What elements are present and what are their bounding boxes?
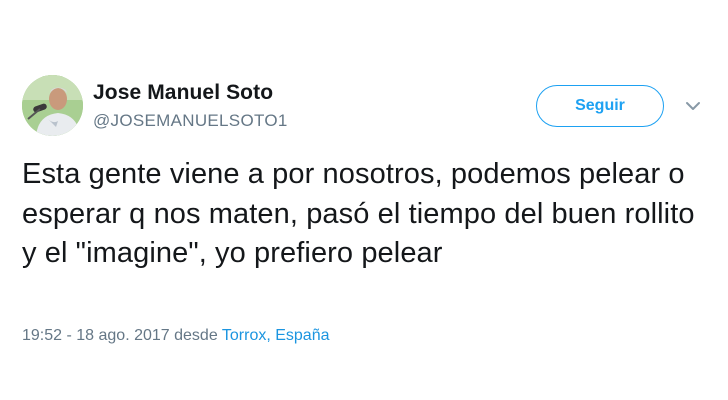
user-handle[interactable]: @JOSEMANUELSOTO1 (93, 110, 288, 132)
tweet-meta: 19:52 - 18 ago. 2017 desde Torrox, Españ… (22, 326, 330, 346)
chevron-down-icon[interactable] (685, 100, 701, 112)
follow-button[interactable]: Seguir (536, 85, 664, 127)
avatar-photo (22, 75, 83, 136)
from-label: desde (169, 327, 222, 344)
tweet-timestamp[interactable]: 19:52 - 18 ago. 2017 (22, 327, 170, 344)
tweet-text: Esta gente viene a por nosotros, podemos… (22, 158, 695, 269)
avatar[interactable] (22, 75, 83, 136)
tweet-card: Jose Manuel Soto @JOSEMANUELSOTO1 Seguir… (0, 0, 728, 400)
user-names: Jose Manuel Soto @JOSEMANUELSOTO1 (93, 80, 288, 132)
tweet-header: Jose Manuel Soto @JOSEMANUELSOTO1 Seguir (22, 75, 712, 137)
location-link[interactable]: Torrox, España (222, 327, 330, 344)
display-name[interactable]: Jose Manuel Soto (93, 80, 288, 106)
